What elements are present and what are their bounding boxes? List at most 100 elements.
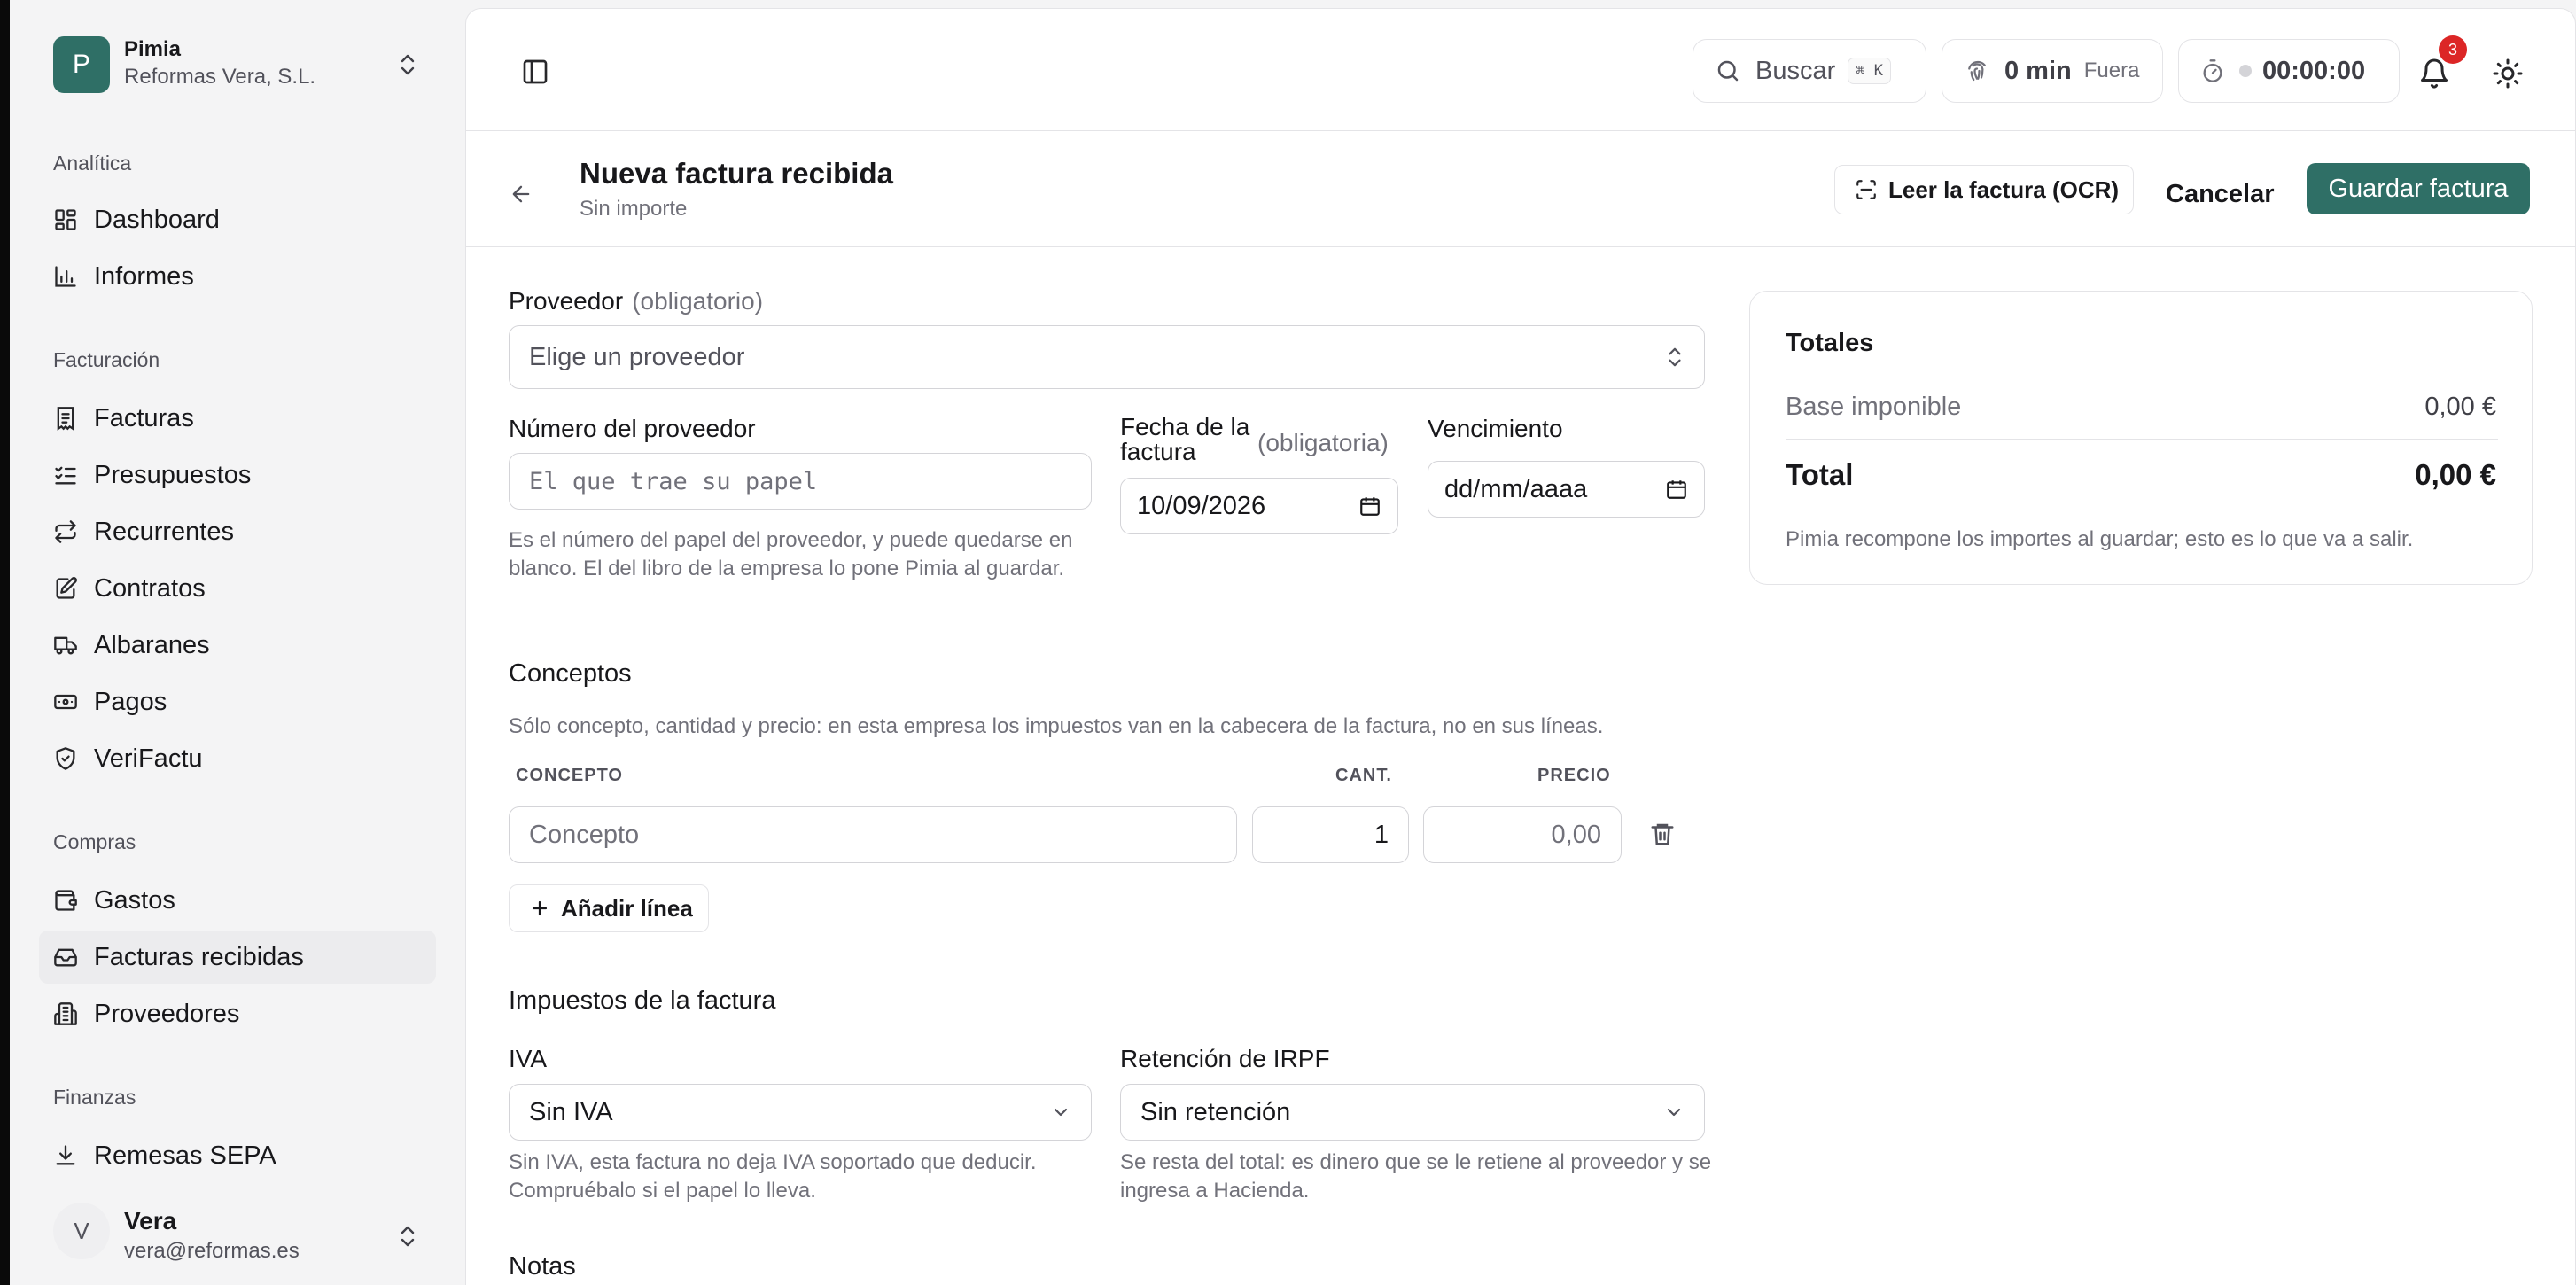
provider-select[interactable]: Elige un proveedor [509, 325, 1705, 389]
sidebar-item-label: Presupuestos [94, 460, 252, 489]
bell-icon[interactable] [2418, 58, 2450, 90]
provider-required-hint: (obligatorio) [632, 287, 764, 315]
invoice-date-input[interactable]: 10/09/2026 [1120, 478, 1398, 534]
contract-icon [56, 577, 77, 599]
user-menu-chevron-icon[interactable] [397, 1222, 418, 1250]
sidebar-item-label: Albaranes [94, 630, 210, 659]
user-name[interactable]: Vera [124, 1207, 176, 1235]
totals-card: Totales Base imponible 0,00 € Total 0,00… [1749, 291, 2533, 585]
sidebar-item-facturas[interactable]: Facturas [39, 392, 436, 445]
irpf-select[interactable]: Sin retención [1120, 1084, 1705, 1141]
sidebar-item-label: Contratos [94, 573, 206, 603]
sidebar-item-label: Facturas [94, 403, 194, 432]
supplier-number-help: Es el número del papel del proveedor, y … [509, 528, 1073, 580]
shield-check-icon [56, 747, 75, 770]
org-logo[interactable]: P [53, 36, 110, 93]
page-subtitle: Sin importe [580, 197, 688, 221]
invoice-date-label: Fecha de la factura [1120, 413, 1250, 465]
supplier-number-label: Número del proveedor [509, 415, 756, 442]
timer-value: 00:00:00 [2262, 56, 2366, 85]
provider-label-text: Proveedor [509, 287, 624, 315]
chart-icon [55, 266, 76, 287]
sidebar-item-contratos[interactable]: Contratos [39, 562, 436, 615]
sidebar-item-pagos[interactable]: Pagos [39, 675, 436, 728]
sidebar-item-label: Dashboard [94, 205, 220, 234]
nav-group-finanzas: Finanzas [53, 1086, 136, 1109]
org-name[interactable]: Pimia [124, 37, 181, 62]
due-date-placeholder: dd/mm/aaaa [1444, 474, 1588, 503]
add-line-label: Añadir línea [561, 894, 693, 922]
sidebar-item-facturas-recibidas[interactable]: Facturas recibidas [39, 931, 436, 984]
time-tracking-status[interactable]: 0 min Fuera [1942, 39, 2163, 103]
sidebar-item-label: Recurrentes [94, 517, 234, 546]
sidebar-item-proveedores[interactable]: Proveedores [39, 987, 436, 1040]
sidebar-item-label: Remesas SEPA [94, 1141, 276, 1170]
quantity-input[interactable]: 1 [1252, 806, 1409, 863]
stopwatch-icon [2203, 59, 2222, 82]
cancel-button[interactable]: Cancelar [2166, 180, 2275, 209]
due-date-input[interactable]: dd/mm/aaaa [1428, 461, 1705, 518]
provider-select-placeholder: Elige un proveedor [529, 342, 745, 371]
fingerprint-icon [1968, 60, 1986, 82]
sidebar-item-remesas-sepa[interactable]: Remesas SEPA [39, 1129, 436, 1182]
totals-divider [1786, 439, 2498, 440]
total-label: Total [1786, 458, 1854, 491]
chevron-down-icon [1054, 1108, 1068, 1117]
download-icon [56, 1145, 75, 1165]
ocr-button[interactable]: Leer la factura (OCR) [1834, 165, 2134, 214]
sidebar-item-label: VeriFactu [94, 744, 203, 773]
timer-status-dot [2239, 65, 2252, 77]
total-value: 0,00 € [2415, 458, 2496, 491]
add-line-button[interactable]: Añadir línea [509, 884, 709, 932]
org-switcher-chevron-icon[interactable] [397, 51, 418, 79]
irpf-label: Retención de IRPF [1120, 1045, 1330, 1072]
back-arrow-icon[interactable] [509, 182, 533, 206]
sidebar-item-label: Pagos [94, 687, 167, 716]
sidebar-item-verifactu[interactable]: VeriFactu [39, 732, 436, 785]
iva-select[interactable]: Sin IVA [509, 1084, 1092, 1141]
concept-input[interactable]: Concepto [509, 806, 1237, 863]
concepts-help: Sólo concepto, cantidad y precio: en est… [509, 714, 1604, 738]
due-date-label: Vencimiento [1428, 415, 1563, 442]
window-edge [0, 0, 10, 1285]
totals-note: Pimia recompone los importes al guardar;… [1786, 527, 2414, 551]
trash-icon[interactable] [1649, 821, 1676, 847]
nav-group-compras: Compras [53, 830, 136, 853]
supplier-number-input[interactable]: El que trae su papel [509, 453, 1092, 510]
timer-button[interactable]: 00:00:00 [2178, 39, 2400, 103]
notes-title: Notas [509, 1252, 576, 1281]
iva-label: IVA [509, 1045, 548, 1072]
sidebar-item-presupuestos[interactable]: Presupuestos [39, 448, 436, 502]
iva-help: Sin IVA, esta factura no deja IVA soport… [509, 1150, 1037, 1203]
search-icon [1717, 60, 1739, 82]
base-value: 0,00 € [2424, 393, 2496, 421]
time-value: 0 min [2004, 56, 2072, 85]
sidebar-item-gastos[interactable]: Gastos [39, 874, 436, 927]
sidebar-toggle-icon[interactable] [521, 58, 549, 86]
truck-icon [54, 636, 77, 655]
irpf-select-value: Sin retención [1140, 1097, 1291, 1126]
sidebar-item-informes[interactable]: Informes [39, 250, 436, 303]
save-button[interactable]: Guardar factura [2307, 163, 2530, 214]
column-header-price: PRECIO [1537, 766, 1611, 785]
page-header: Nueva factura recibida Sin importe Leer … [466, 132, 2575, 247]
user-email[interactable]: vera@reformas.es [124, 1239, 300, 1264]
calendar-icon[interactable] [1665, 478, 1688, 501]
sidebar-item-dashboard[interactable]: Dashboard [39, 193, 436, 246]
wallet-icon [55, 890, 77, 911]
chevron-up-down-icon [1669, 347, 1681, 367]
search-button[interactable]: Buscar ⌘ K [1693, 39, 1926, 103]
invoice-date-required-hint: (obligatoria) [1257, 429, 1389, 456]
sidebar-item-recurrentes[interactable]: Recurrentes [39, 505, 436, 558]
taxes-title: Impuestos de la factura [509, 986, 776, 1015]
provider-label: Proveedor (obligatorio) [509, 287, 763, 315]
price-input[interactable]: 0,00 [1423, 806, 1622, 863]
time-status: Fuera [2083, 58, 2140, 82]
sidebar-item-label: Informes [94, 261, 194, 291]
sun-icon[interactable] [2492, 58, 2524, 90]
nav-group-analitica: Analítica [53, 152, 132, 175]
sidebar-item-albaranes[interactable]: Albaranes [39, 619, 436, 672]
calendar-icon[interactable] [1358, 495, 1381, 518]
user-avatar[interactable]: V [53, 1203, 110, 1259]
org-company[interactable]: Reformas Vera, S.L. [124, 65, 315, 90]
